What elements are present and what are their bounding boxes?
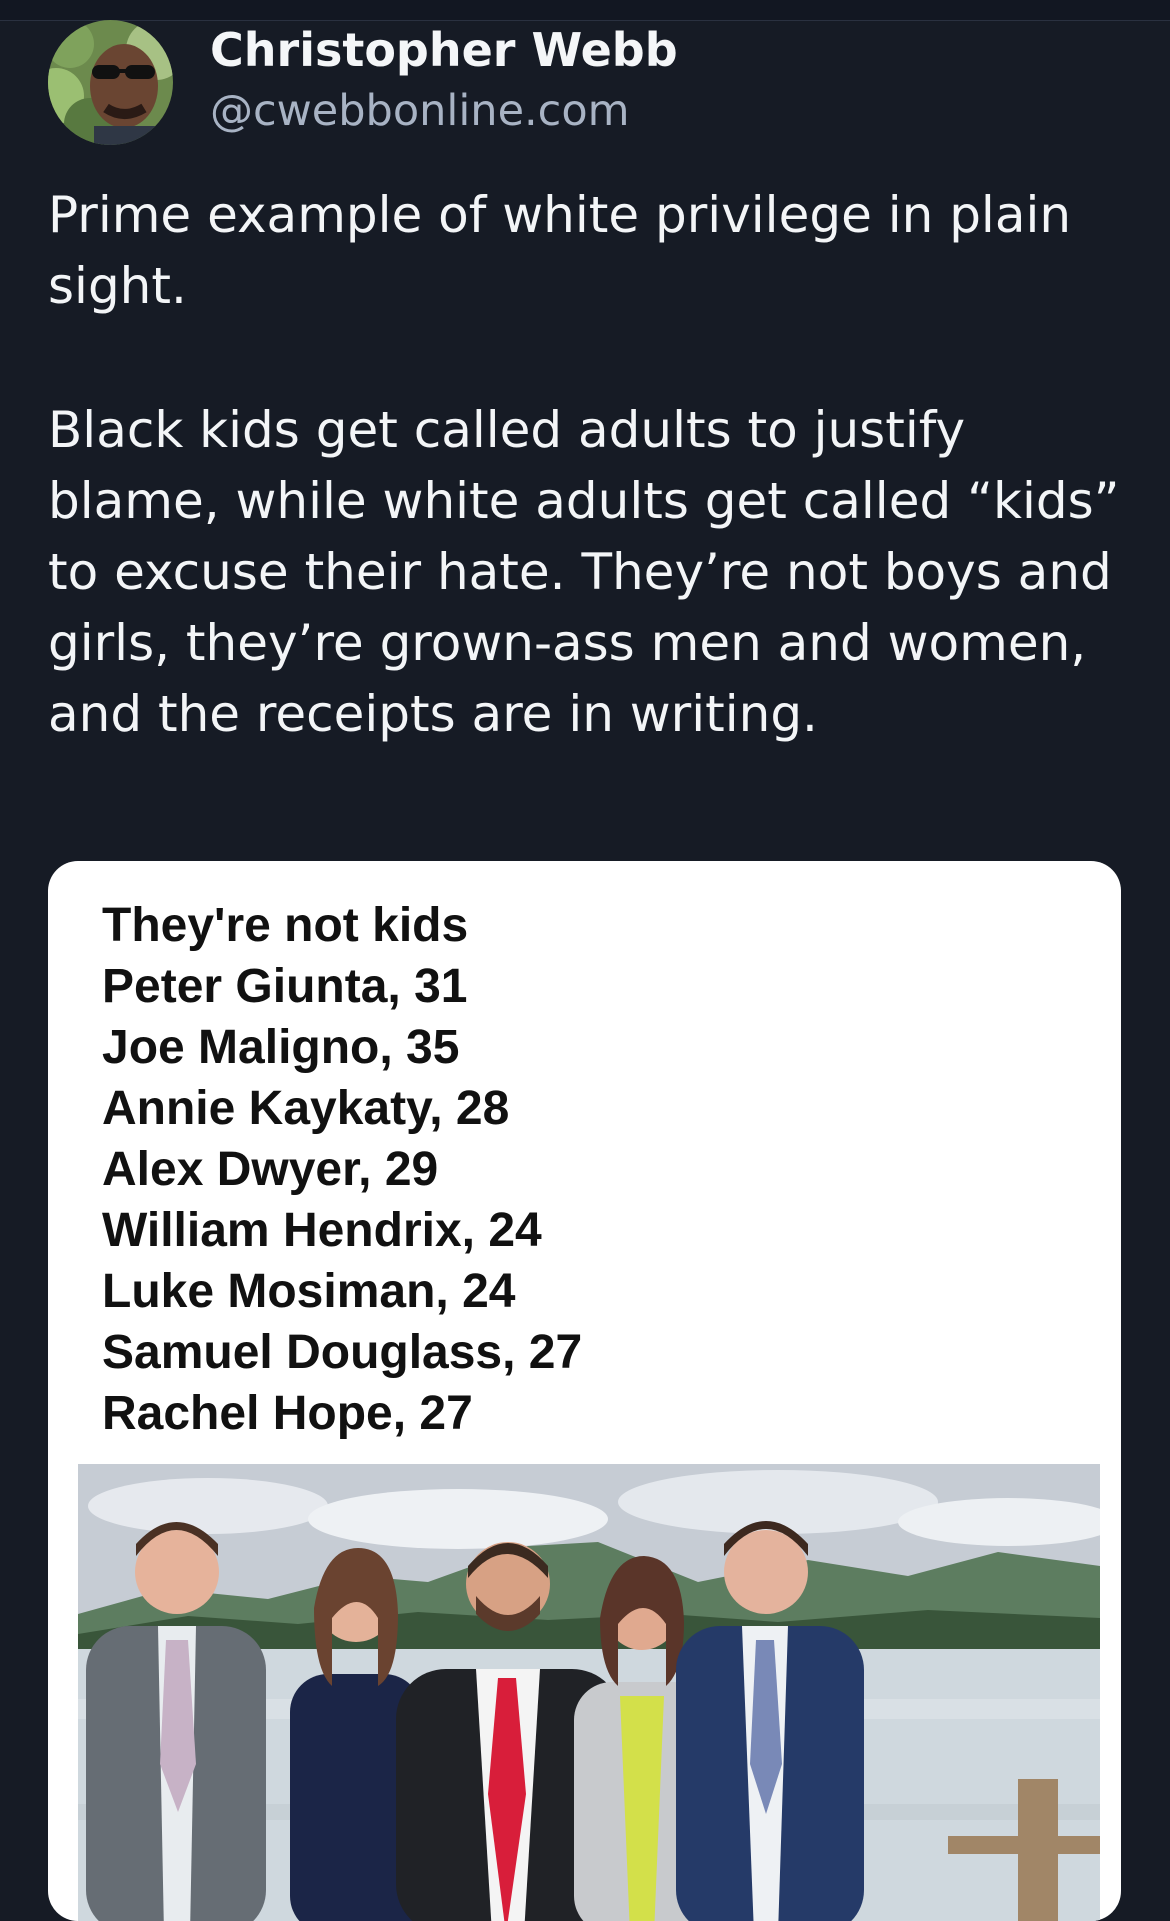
post-paragraph: Black kids get called adults to justify … bbox=[48, 401, 1120, 743]
media-text-block: They're not kids Peter Giunta, 31 Joe Ma… bbox=[102, 895, 582, 1444]
top-divider bbox=[0, 0, 1170, 21]
media-name-line: Annie Kaykaty, 28 bbox=[102, 1082, 510, 1135]
media-name-line: Alex Dwyer, 29 bbox=[102, 1143, 439, 1196]
media-name-line: Samuel Douglass, 27 bbox=[102, 1326, 583, 1379]
media-name-line: Peter Giunta, 31 bbox=[102, 960, 468, 1013]
media-attachment[interactable]: They're not kids Peter Giunta, 31 Joe Ma… bbox=[48, 861, 1121, 1921]
post-body: Prime example of white privilege in plai… bbox=[48, 180, 1128, 750]
media-name-line: Rachel Hope, 27 bbox=[102, 1387, 473, 1440]
media-name-line: Joe Maligno, 35 bbox=[102, 1021, 460, 1074]
media-heading: They're not kids bbox=[102, 899, 469, 952]
post-header: Christopher Webb @cwebbonline.com bbox=[48, 20, 1118, 145]
author-avatar[interactable] bbox=[48, 20, 173, 145]
post-paragraph: Prime example of white privilege in plai… bbox=[48, 186, 1072, 315]
group-photo bbox=[78, 1464, 1100, 1921]
media-name-line: Luke Mosiman, 24 bbox=[102, 1265, 516, 1318]
media-name-line: William Hendrix, 24 bbox=[102, 1204, 542, 1257]
author-handle[interactable]: @cwebbonline.com bbox=[210, 85, 630, 137]
avatar-photo bbox=[48, 20, 173, 145]
author-name[interactable]: Christopher Webb bbox=[210, 22, 678, 78]
media-photo bbox=[78, 1464, 1100, 1921]
